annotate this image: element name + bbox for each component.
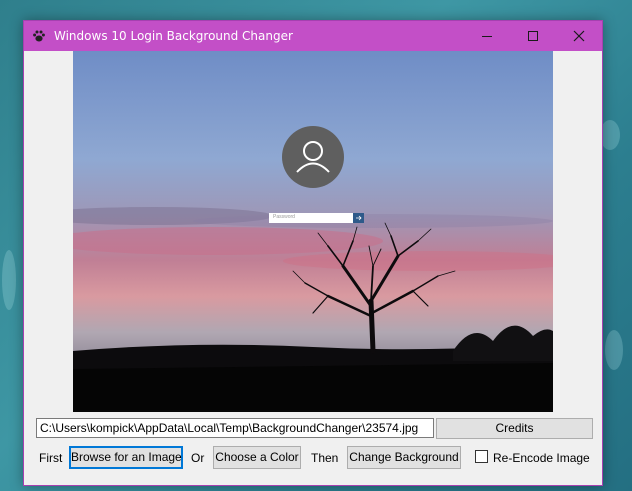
- sunset-preview-image: [73, 51, 553, 412]
- app-window: Windows 10 Login Background Changer Pass…: [23, 20, 603, 486]
- user-avatar-icon: [282, 126, 344, 188]
- desktop-wallpaper-detail: [605, 330, 623, 370]
- title-bar[interactable]: Windows 10 Login Background Changer: [24, 21, 602, 51]
- paw-icon: [33, 30, 45, 42]
- window-title: Windows 10 Login Background Changer: [54, 29, 293, 43]
- background-preview: Password: [73, 51, 553, 412]
- reencode-checkbox[interactable]: [475, 450, 488, 463]
- minimize-icon: [482, 36, 492, 37]
- maximize-button[interactable]: [510, 21, 556, 51]
- or-label: Or: [191, 451, 205, 465]
- then-label: Then: [311, 451, 339, 465]
- browse-image-button[interactable]: Browse for an Image: [69, 446, 183, 469]
- change-background-button[interactable]: Change Background: [347, 446, 461, 469]
- desktop-wallpaper-detail: [2, 250, 16, 310]
- desktop-wallpaper-detail: [600, 120, 620, 150]
- first-label: First: [39, 451, 63, 465]
- minimize-button[interactable]: [464, 21, 510, 51]
- credits-button[interactable]: Credits: [436, 418, 593, 439]
- choose-color-button[interactable]: Choose a Color: [213, 446, 301, 469]
- maximize-icon: [528, 31, 538, 41]
- password-field-preview: Password: [273, 214, 295, 220]
- close-button[interactable]: [556, 21, 602, 51]
- image-path-field[interactable]: C:\Users\kompick\AppData\Local\Temp\Back…: [36, 418, 434, 438]
- reencode-label[interactable]: Re-Encode Image: [493, 451, 590, 465]
- close-icon: [573, 30, 585, 42]
